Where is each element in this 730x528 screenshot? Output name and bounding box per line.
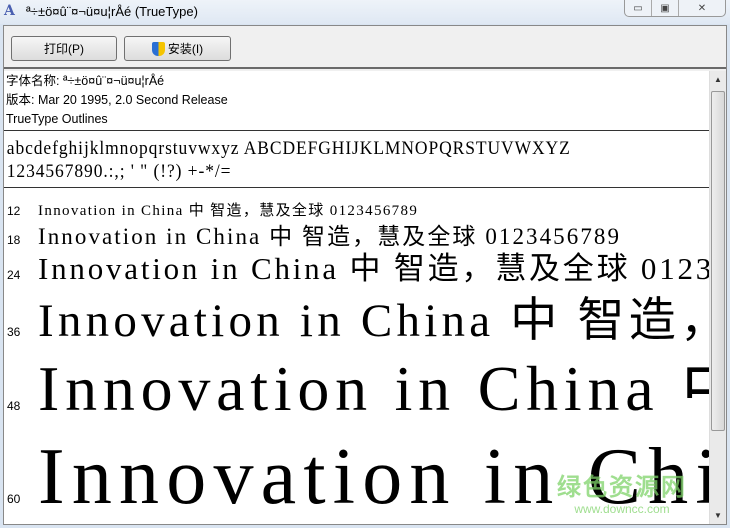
title-bar: A ª÷±ö¤û¨¤¬ü¤u¦rÅé (TrueType) ▭ ▣ ✕ bbox=[0, 0, 730, 24]
font-name: 字体名称: ª÷±ö¤û¨¤¬ü¤u¦rÅé bbox=[6, 74, 165, 88]
window-title: ª÷±ö¤û¨¤¬ü¤u¦rÅé (TrueType) bbox=[26, 4, 198, 19]
font-preview: 字体名称: ª÷±ö¤û¨¤¬ü¤u¦rÅé 版本: Mar 20 1995, … bbox=[4, 71, 709, 524]
print-button[interactable]: 打印(P) bbox=[11, 36, 117, 61]
watermark-title: 绿色资源网 bbox=[557, 474, 687, 501]
scroll-thumb[interactable] bbox=[711, 91, 725, 431]
font-viewer-window: 打印(P) 安装(I) 字体名称: ª÷±ö¤û¨¤¬ü¤u¦rÅé 版本: M… bbox=[3, 25, 727, 525]
scroll-up-icon[interactable]: ▲ bbox=[710, 71, 726, 88]
font-info: 字体名称: ª÷±ö¤û¨¤¬ü¤u¦rÅé 版本: Mar 20 1995, … bbox=[4, 71, 709, 130]
sample-size: 60 bbox=[7, 492, 21, 506]
sample-size: 24 bbox=[7, 268, 21, 282]
watermark-url: www.downcc.com bbox=[574, 502, 670, 516]
install-label: 安装(I) bbox=[167, 42, 204, 56]
sample-size: 12 bbox=[7, 204, 21, 218]
shield-icon bbox=[151, 41, 165, 56]
vertical-scrollbar[interactable]: ▲ ▼ bbox=[709, 71, 726, 524]
install-button[interactable]: 安装(I) bbox=[124, 36, 231, 61]
font-version: 版本: Mar 20 1995, 2.0 Second Release bbox=[6, 93, 228, 107]
scroll-down-icon[interactable]: ▼ bbox=[710, 507, 726, 524]
font-app-icon: A bbox=[4, 3, 15, 19]
font-type: TrueType Outlines bbox=[6, 112, 108, 126]
maximize-button[interactable]: ▣ bbox=[652, 0, 679, 16]
print-label: 打印(P) bbox=[44, 42, 84, 56]
charset-symbols: 1234567890.:,; ' " (!?) +-*/= bbox=[6, 161, 232, 182]
watermark: 绿色资源网 www.downcc.com bbox=[557, 467, 687, 516]
toolbar: 打印(P) 安装(I) bbox=[4, 26, 726, 69]
charset-letters: abcdefghijklmnopqrstuvwxyz ABCDEFGHIJKLM… bbox=[6, 138, 571, 159]
minimize-button[interactable]: ▭ bbox=[625, 0, 652, 16]
window-controls: ▭ ▣ ✕ bbox=[624, 0, 726, 17]
divider bbox=[4, 187, 709, 188]
close-button[interactable]: ✕ bbox=[679, 0, 725, 16]
character-set: abcdefghijklmnopqrstuvwxyz ABCDEFGHIJKLM… bbox=[4, 131, 653, 187]
